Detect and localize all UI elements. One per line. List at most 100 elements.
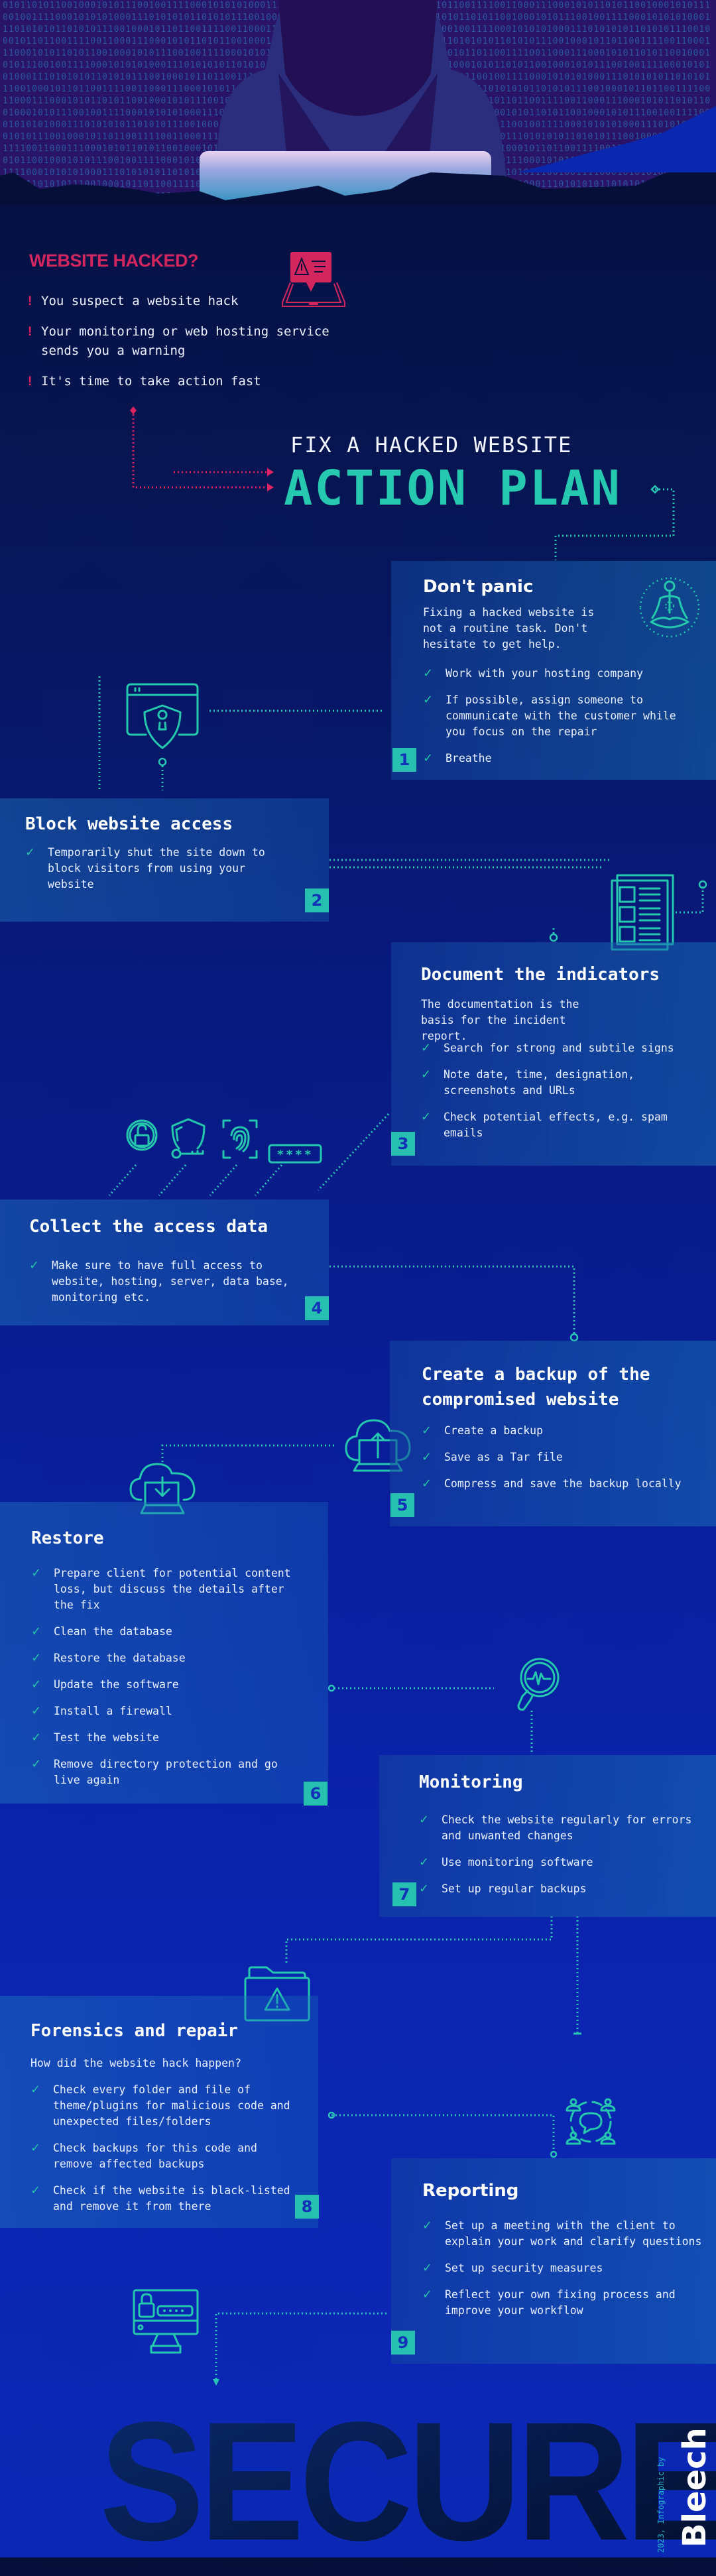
brand-logo: Bleech: [676, 2427, 713, 2547]
headline-kicker: FIX A HACKED WEBSITE: [290, 432, 573, 458]
alert-item: ! You suspect a website hack: [28, 292, 373, 311]
checklist-item: ✓ Install a firewall: [31, 1704, 172, 1718]
checklist-item: ✓ Note date, time, designation, screensho…: [421, 1067, 706, 1099]
check-icon: ✓: [31, 1625, 42, 1638]
check-icon: ✓: [423, 751, 434, 765]
checklist-item: ✓ Create a backup: [422, 1424, 544, 1438]
checklist-item: ✓ Search for strong and subtile signs: [421, 1041, 674, 1055]
checklist-item: ✓ Breathe: [423, 751, 492, 765]
checklist-item: ✓ Test the website: [31, 1731, 159, 1745]
check-icon: ✓: [419, 1855, 430, 1869]
step-title: Create a backup of the compromised websi…: [422, 1365, 650, 1410]
check-icon: ✓: [31, 1678, 42, 1691]
step-title: Monitoring: [419, 1772, 523, 1792]
step-title: Document the indicators: [421, 965, 660, 985]
checklist-item: ✓ Check if the website is black-listed an…: [30, 2183, 296, 2215]
check-icon: ✓: [31, 1757, 42, 1771]
check-icon: ✓: [421, 1068, 432, 1081]
password-field-icon: ****: [268, 1144, 322, 1164]
step-number-badge: 6: [304, 1782, 328, 1806]
step-lead: Fixing a hacked website is not a routine…: [423, 606, 595, 650]
step-title: Forensics and repair: [30, 2021, 239, 2041]
checklist-item: ✓ Check backups for this code and remove …: [30, 2140, 296, 2172]
step-card-2: Block website access ✓ Temporarily shut t…: [0, 798, 329, 922]
check-icon: ✓: [422, 1450, 432, 1464]
step-title: Collect the access data: [29, 1217, 268, 1237]
check-icon: ✓: [421, 1041, 432, 1055]
secure-word-art: SECURE: [99, 2397, 716, 2566]
step-card-6: Restore ✓ Prepare client for potential co…: [0, 1502, 328, 1806]
check-icon: ✓: [29, 1258, 40, 1272]
step-lead: The documentation is the basis for the i…: [421, 998, 579, 1042]
documents-icon: [611, 874, 674, 952]
step-number-badge: 3: [391, 1132, 415, 1156]
step-card-8: Forensics and repair How did the website…: [0, 1996, 319, 2228]
padlock-icon: [126, 1118, 158, 1152]
alert-item: ! It's time to take action fast: [28, 372, 373, 391]
check-icon: ✓: [422, 2219, 433, 2233]
checklist-item: ✓ Check every folder and file of theme/pl…: [30, 2082, 296, 2130]
computer-lock-icon: [133, 2289, 199, 2355]
hero-image-hacker: 0101101011001000101011100100111100010101…: [0, 0, 716, 206]
step-title: Don't panic: [423, 577, 534, 597]
step-number-badge: 1: [392, 748, 416, 772]
checklist-item: ✓ Update the software: [31, 1678, 179, 1691]
magnifier-pulse-icon: [517, 1658, 560, 1717]
alert-list: ! You suspect a website hack ! Your monito…: [28, 292, 373, 402]
checklist-item: ✓ Compress and save the backup locally: [422, 1477, 682, 1491]
step-lead: How did the website hack happen?: [30, 2057, 241, 2069]
step-card-1: Don't panic Fixing a hacked website is n…: [391, 561, 716, 780]
checklist-item: ✓ Work with your hosting company: [423, 666, 644, 680]
step-number-badge: 4: [305, 1296, 329, 1320]
fingerprint-icon: [222, 1119, 258, 1159]
headline-title: ACTION PLAN: [284, 460, 622, 516]
checklist-item: ✓ Save as a Tar file: [422, 1450, 563, 1464]
checklist-item: ✓ Use monitoring software: [419, 1855, 593, 1869]
checklist-item: ✓ Set up regular backups: [419, 1882, 587, 1896]
step-title: Restore: [31, 1528, 104, 1548]
checklist-item: ✓ Set up security measures: [422, 2261, 603, 2275]
check-icon: ✓: [422, 1477, 432, 1491]
step-card-3: Document the indicators The documentatio…: [391, 942, 716, 1166]
step-card-4: Collect the access data ✓ Make sure to ha…: [0, 1199, 329, 1325]
check-icon: ✓: [31, 1704, 42, 1718]
checklist-item: ✓ Make sure to have full access to websit…: [29, 1258, 294, 1306]
check-icon: ✓: [30, 2141, 41, 2155]
step-number-badge: 8: [295, 2195, 319, 2219]
check-icon: ✓: [421, 1110, 432, 1124]
checklist-item: ✓ Reflect your own fixing process and imp…: [422, 2287, 707, 2319]
blue-shape-hero: [517, 106, 716, 172]
check-icon: ✓: [30, 2083, 41, 2097]
check-icon: ✓: [422, 2261, 433, 2275]
checklist-item: ✓ Restore the database: [31, 1651, 186, 1665]
exclamation-icon: !: [28, 375, 32, 389]
checklist-item: ✓ Prepare client for potential content lo…: [31, 1565, 296, 1613]
check-icon: ✓: [31, 1566, 42, 1580]
credit-text: 2023, Infographic by: [656, 2457, 666, 2553]
exclamation-icon: !: [28, 294, 32, 308]
svg-text:****: ****: [276, 1148, 313, 1162]
step-card-9: Reporting ✓ Set up a meeting with the cli…: [391, 2158, 716, 2364]
check-icon: ✓: [419, 1813, 430, 1827]
check-icon: ✓: [31, 1651, 42, 1665]
alert-item: ! Your monitoring or web hosting service …: [28, 322, 373, 361]
check-icon: ✓: [423, 666, 434, 680]
browser-shield-lock-icon: [126, 683, 199, 749]
meditation-icon: [638, 576, 701, 639]
shield-key-icon: [171, 1118, 206, 1160]
checklist-item: ✓ Remove directory protection and go live…: [31, 1756, 296, 1788]
step-number-badge: 5: [390, 1493, 414, 1517]
check-icon: ✓: [422, 2288, 433, 2301]
checklist-item: ✓ Temporarily shut the site down to block…: [25, 845, 277, 892]
checklist-item: ✓ Clean the database: [31, 1625, 172, 1638]
check-icon: ✓: [423, 693, 434, 707]
check-icon: ✓: [422, 1424, 432, 1438]
check-icon: ✓: [419, 1882, 430, 1896]
exclamation-icon: !: [28, 325, 32, 339]
checklist-item: ✓ If possible, assign someone to communic…: [423, 692, 701, 740]
check-icon: ✓: [31, 1731, 42, 1745]
step-title: Block website access: [25, 814, 233, 834]
step-number-badge: 9: [391, 2331, 415, 2355]
step-card-7: Monitoring ✓ Check the website regularly …: [379, 1755, 716, 1917]
step-title: Reporting: [422, 2181, 519, 2201]
